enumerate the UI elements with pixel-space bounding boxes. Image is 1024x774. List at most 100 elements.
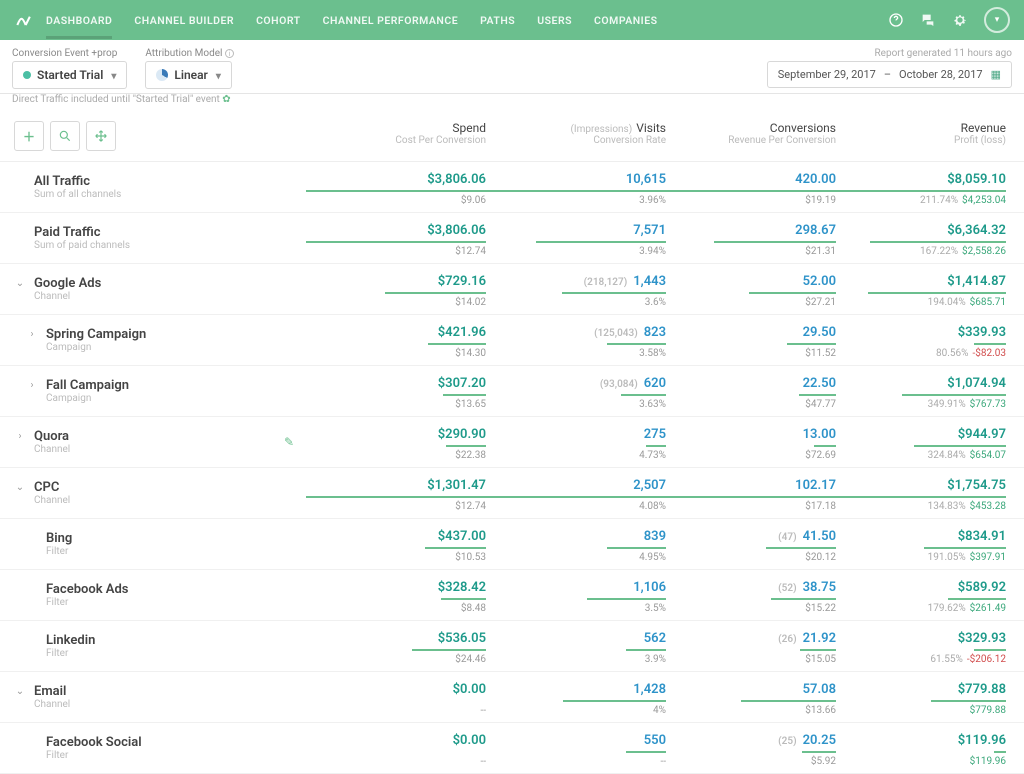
nav-channel-performance[interactable]: CHANNEL PERFORMANCE [323, 2, 458, 39]
conversions-value: 41.50 [803, 529, 836, 544]
nav-cohort[interactable]: COHORT [256, 2, 301, 39]
table-row-fbsocial: Facebook Social Filter $0.00 -- 550 -- (… [0, 723, 1024, 774]
report-timestamp: Report generated 11 hours ago [767, 48, 1012, 59]
nav-channel-builder[interactable]: CHANNEL BUILDER [134, 2, 234, 39]
conversions-value: 52.00 [803, 274, 836, 289]
row-name[interactable]: Email [34, 684, 70, 699]
impressions-value: (93,084) [600, 379, 638, 390]
conv-sub: $15.05 [666, 654, 836, 665]
table-row-fall: › Fall Campaign Campaign $307.20 $13.65 … [0, 366, 1024, 417]
visits-sub: 4% [486, 705, 666, 716]
gear-icon[interactable] [952, 12, 968, 28]
row-subtype: Channel [34, 495, 70, 506]
spend-sub: $22.38 [306, 450, 486, 461]
row-name[interactable]: Paid Traffic [34, 225, 130, 240]
table-row-paid: Paid Traffic Sum of paid channels $3,806… [0, 213, 1024, 264]
revenue-sub: 134.83%$453.28 [836, 501, 1006, 512]
spend-value: $307.20 [306, 376, 486, 391]
visits-sub: 3.9% [486, 654, 666, 665]
revenue-value: $1,074.94 [836, 376, 1006, 391]
row-name[interactable]: Bing [46, 531, 72, 546]
conv-sub: $47.77 [666, 399, 836, 410]
attribution-model-label: Attribution Model i [145, 48, 234, 59]
visits-value: 550 [644, 733, 666, 748]
conversion-event-label: Conversion Event +prop [12, 48, 127, 59]
spend-value: $536.05 [306, 631, 486, 646]
row-subtype: Filter [46, 648, 95, 659]
row-subtype: Channel [34, 291, 101, 302]
spend-value: $290.90 [306, 427, 486, 442]
nav-companies[interactable]: COMPANIES [594, 2, 658, 39]
spend-sub: $14.30 [306, 348, 486, 359]
table-row-bing: Bing Filter $437.00 $10.53 839 4.95% (47… [0, 519, 1024, 570]
search-button[interactable] [50, 121, 80, 151]
nav-dashboard[interactable]: DASHBOARD [46, 2, 112, 39]
nav-users[interactable]: USERS [537, 2, 572, 39]
top-navbar: DASHBOARD CHANNEL BUILDER COHORT CHANNEL… [0, 0, 1024, 40]
visits-value: 620 [644, 376, 666, 391]
row-name[interactable]: Fall Campaign [46, 378, 129, 393]
settings-icon[interactable]: ✿ [222, 94, 230, 105]
revenue-sub: 211.74%$4,253.04 [836, 195, 1006, 206]
conversions-value: 21.92 [803, 631, 836, 646]
move-button[interactable] [86, 121, 116, 151]
chat-icon[interactable] [920, 12, 936, 28]
expand-toggle[interactable]: › [26, 329, 38, 340]
conv-sub: $21.31 [666, 246, 836, 257]
add-button[interactable]: ＋ [14, 121, 44, 151]
revenue-sub: 324.84%$654.07 [836, 450, 1006, 461]
revenue-value: $589.92 [836, 580, 1006, 595]
col-visits[interactable]: Visits [636, 121, 666, 135]
spend-sub: $24.46 [306, 654, 486, 665]
row-name[interactable]: Spring Campaign [46, 327, 146, 342]
row-subtype: Campaign [46, 342, 146, 353]
table-row-gads: ⌄ Google Ads Channel $729.16 $14.02 (218… [0, 264, 1024, 315]
visits-sub: 3.96% [486, 195, 666, 206]
visits-sub: -- [486, 756, 666, 767]
conversion-event-dropdown[interactable]: Started Trial [12, 61, 127, 89]
revenue-sub: 349.91%$767.73 [836, 399, 1006, 410]
help-icon[interactable] [888, 12, 904, 28]
expand-toggle[interactable]: ⌄ [14, 278, 26, 289]
row-name[interactable]: Google Ads [34, 276, 101, 291]
row-subtype: Filter [46, 597, 129, 608]
info-icon[interactable]: i [225, 49, 234, 58]
revenue-value: $1,414.87 [836, 274, 1006, 289]
attribution-model-dropdown[interactable]: Linear [145, 61, 232, 89]
visits-sub: 3.6% [486, 297, 666, 308]
col-spend[interactable]: Spend [306, 121, 486, 135]
conv-sub: $15.22 [666, 603, 836, 614]
revenue-value: $8,059.10 [836, 172, 1006, 187]
visits-value: 1,443 [633, 274, 666, 289]
expand-toggle[interactable]: ⌄ [14, 686, 26, 697]
spend-sub: $14.02 [306, 297, 486, 308]
visits-value: 1,428 [633, 682, 666, 697]
search-icon [58, 129, 72, 143]
edit-icon[interactable]: ✎ [284, 435, 294, 449]
impressions-value: (218,127) [584, 277, 628, 288]
row-name[interactable]: All Traffic [34, 174, 121, 189]
direct-traffic-note: Direct Traffic included until "Started T… [0, 94, 1024, 111]
move-icon [94, 129, 108, 143]
row-name[interactable]: Quora [34, 429, 70, 444]
user-menu[interactable]: ▾ [984, 7, 1010, 33]
table-row-linkedin: Linkedin Filter $536.05 $24.46 562 3.9% … [0, 621, 1024, 672]
row-name[interactable]: CPC [34, 480, 70, 495]
spend-value: $328.42 [306, 580, 486, 595]
row-name[interactable]: Facebook Ads [46, 582, 129, 597]
expand-toggle[interactable]: ⌄ [14, 482, 26, 493]
col-revenue[interactable]: Revenue [836, 121, 1006, 135]
col-conversions[interactable]: Conversions [666, 121, 836, 135]
visits-sub: 4.73% [486, 450, 666, 461]
nav-paths[interactable]: PATHS [480, 2, 515, 39]
row-name[interactable]: Linkedin [46, 633, 95, 648]
table-row-fbads: Facebook Ads Filter $328.42 $8.48 1,106 … [0, 570, 1024, 621]
conversions-value: 22.50 [803, 376, 836, 391]
visits-value: 7,571 [633, 223, 666, 238]
date-range-picker[interactable]: September 29, 2017–October 28, 2017 ▦ [767, 61, 1012, 88]
expand-toggle[interactable]: › [26, 380, 38, 391]
expand-toggle[interactable]: › [14, 431, 26, 442]
col-spend-sub: Cost Per Conversion [306, 135, 486, 146]
table-row-all: All Traffic Sum of all channels $3,806.0… [0, 162, 1024, 213]
row-name[interactable]: Facebook Social [46, 735, 142, 750]
